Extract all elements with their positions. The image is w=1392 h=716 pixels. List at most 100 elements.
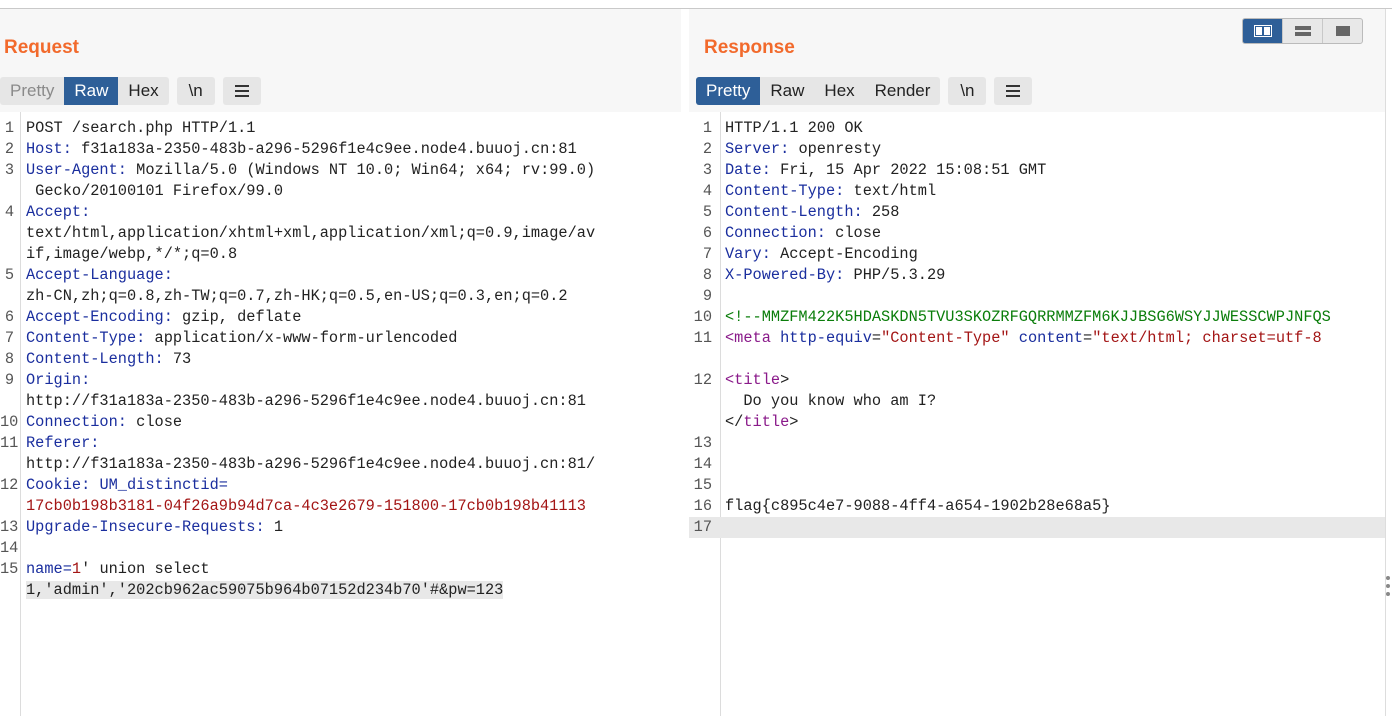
code-line[interactable]: Do you know who am I? <box>689 391 1386 412</box>
newline-toggle-button[interactable]: \n <box>176 77 215 105</box>
line-text: Accept: <box>26 203 90 221</box>
code-line[interactable]: 15 <box>689 475 1386 496</box>
horizontal-split-button[interactable] <box>1283 19 1323 43</box>
code-line[interactable]: 12 <title> <box>689 370 1386 391</box>
line-text: text/html,application/xhtml+xml,applicat… <box>26 224 595 242</box>
token: = <box>62 560 72 578</box>
line-number: 3 <box>702 161 712 179</box>
line-text: Content-Type: application/x-www-form-url… <box>26 329 457 347</box>
line-text: flag{c895c4e7-9088-4ff4-a654-1902b28e68a… <box>725 497 1111 515</box>
code-line[interactable]: 7 Vary: Accept-Encoding <box>689 244 1386 265</box>
token: Accept-Encoding <box>770 245 918 263</box>
code-line[interactable]: http://f31a183a-2350-483b-a296-5296f1e4c… <box>0 454 681 475</box>
response-tabbar: Pretty Raw Hex Render \n <box>696 77 1033 105</box>
code-line[interactable]: 14 <box>0 538 681 559</box>
split-view-icon <box>1253 25 1272 37</box>
token: close <box>825 224 882 242</box>
scrollbar[interactable] <box>1385 9 1392 716</box>
code-line[interactable]: Gecko/20100101 Firefox/99.0 <box>0 181 681 202</box>
token: flag{c895c4e7-9088-4ff4-a654-1902b28e68a… <box>725 497 1111 515</box>
code-line[interactable]: 9 <box>689 286 1386 307</box>
code-line[interactable]: 11 Referer: <box>0 433 681 454</box>
resize-handle-icon[interactable] <box>1386 576 1390 596</box>
request-editor[interactable]: 1 POST /search.php HTTP/1.1 2 Host: f31a183… <box>0 112 681 716</box>
code-line[interactable]: 11 <meta http-equiv="Content-Type" conten… <box>689 328 1386 349</box>
line-number: 5 <box>4 266 14 284</box>
response-view-tabs: Pretty Raw Hex Render <box>696 77 941 105</box>
tab-pretty[interactable]: Pretty <box>696 77 761 105</box>
code-line[interactable]: 2 Host: f31a183a-2350-483b-a296-5296f1e4c… <box>0 139 681 160</box>
code-line[interactable]: 10 <!--MMZFM422K5HDASKDN5TVU3SKOZRFGQRRMM… <box>689 307 1386 328</box>
code-line[interactable]: 1 HTTP/1.1 200 OK <box>689 118 1386 139</box>
token: Accept-Language: <box>26 266 173 284</box>
code-line[interactable]: 1,'admin','202cb962ac59075b964b07152d234… <box>0 580 681 601</box>
hamburger-icon <box>1006 85 1021 97</box>
code-line[interactable]: 5 Content-Length: 258 <box>689 202 1386 223</box>
code-line[interactable]: 3 User-Agent: Mozilla/5.0 (Windows NT 10.… <box>0 160 681 181</box>
code-line[interactable]: 16 flag{c895c4e7-9088-4ff4-a654-1902b28e6… <box>689 496 1386 517</box>
request-code[interactable]: 1 POST /search.php HTTP/1.1 2 Host: f31a183… <box>0 118 681 601</box>
code-line[interactable]: 13 Upgrade-Insecure-Requests: 1 <box>0 517 681 538</box>
request-view-tabs: Pretty Raw Hex <box>0 77 169 105</box>
line-text: zh-CN,zh;q=0.8,zh-TW;q=0.7,zh-HK;q=0.5,e… <box>26 287 568 305</box>
code-line[interactable]: 8 X-Powered-By: PHP/5.3.29 <box>689 265 1386 286</box>
code-line[interactable]: 17cb0b198b3181-04f26a9b94d7ca-4c3e2679-1… <box>0 496 681 517</box>
line-text: Referer: <box>26 434 99 452</box>
line-text: POST /search.php HTTP/1.1 <box>26 119 256 137</box>
code-line[interactable]: 4 Content-Type: text/html <box>689 181 1386 202</box>
menu-button[interactable] <box>222 77 261 105</box>
token: if,image/webp,*/*;q=0.8 <box>26 245 238 263</box>
line-number: 15 <box>0 560 19 578</box>
code-line[interactable]: 9 Origin: <box>0 370 681 391</box>
code-line[interactable]: 5 Accept-Language: <box>0 265 681 286</box>
tab-raw[interactable]: Raw <box>760 77 814 105</box>
token: 1 <box>71 560 82 578</box>
token: <!--MMZFM422K5HDASKDN5TVU3SKOZRFGQRRMMZF… <box>725 308 1331 326</box>
line-number: 14 <box>693 455 712 473</box>
newline-toggle-button[interactable]: \n <box>948 77 987 105</box>
code-line[interactable]: zh-CN,zh;q=0.8,zh-TW;q=0.7,zh-HK;q=0.5,e… <box>0 286 681 307</box>
code-line[interactable]: 1 POST /search.php HTTP/1.1 <box>0 118 681 139</box>
token: User-Agent: <box>26 161 127 179</box>
code-line[interactable]: 13 <box>689 433 1386 454</box>
response-code[interactable]: 1 HTTP/1.1 200 OK 2 Server: openresty 3 Date:… <box>689 118 1386 538</box>
code-line[interactable]: 6 Connection: close <box>689 223 1386 244</box>
code-line[interactable]: if,image/webp,*/*;q=0.8 <box>0 244 681 265</box>
code-line[interactable]: 4 Accept: <box>0 202 681 223</box>
code-line[interactable]: 8 Content-Length: 73 <box>0 349 681 370</box>
split-view-button[interactable] <box>1243 19 1283 43</box>
token: gzip, deflate <box>172 308 302 326</box>
line-text: Vary: Accept-Encoding <box>725 245 918 263</box>
code-line[interactable]: 3 Date: Fri, 15 Apr 2022 15:08:51 GMT <box>689 160 1386 181</box>
tab-hex[interactable]: Hex <box>814 77 864 105</box>
code-line[interactable]: 14 <box>689 454 1386 475</box>
code-line[interactable]: text/html,application/xhtml+xml,applicat… <box>0 223 681 244</box>
response-editor[interactable]: 1 HTTP/1.1 200 OK 2 Server: openresty 3 Date:… <box>689 112 1386 716</box>
code-line[interactable]: 6 Accept-Encoding: gzip, deflate <box>0 307 681 328</box>
code-line[interactable]: </title> <box>689 412 1386 433</box>
line-text: Content-Length: 258 <box>725 203 899 221</box>
line-text: http://f31a183a-2350-483b-a296-5296f1e4c… <box>26 455 595 473</box>
menu-button[interactable] <box>994 77 1033 105</box>
code-line[interactable]: 15 name=1' union select <box>0 559 681 580</box>
line-number: 15 <box>693 476 712 494</box>
line-text: Gecko/20100101 Firefox/99.0 <box>26 182 283 200</box>
code-line[interactable]: 2 Server: openresty <box>689 139 1386 160</box>
hamburger-icon <box>234 85 249 97</box>
tab-hex[interactable]: Hex <box>118 77 168 105</box>
code-line[interactable]: http://f31a183a-2350-483b-a296-5296f1e4c… <box>0 391 681 412</box>
code-line[interactable] <box>689 349 1386 370</box>
tab-render[interactable]: Render <box>865 77 941 105</box>
line-text: X-Powered-By: PHP/5.3.29 <box>725 266 945 284</box>
code-line[interactable]: 12 Cookie: UM_distinctid= <box>0 475 681 496</box>
pane-divider[interactable] <box>681 9 689 716</box>
code-line[interactable]: 10 Connection: close <box>0 412 681 433</box>
code-line[interactable]: 17 <box>689 517 1386 538</box>
single-pane-button[interactable] <box>1323 19 1362 43</box>
token: POST /search.php HTTP/1.1 <box>26 119 256 137</box>
line-number: 6 <box>4 308 14 326</box>
tab-pretty[interactable]: Pretty <box>0 77 64 105</box>
code-line[interactable]: 7 Content-Type: application/x-www-form-ur… <box>0 328 681 349</box>
line-number: 10 <box>0 413 19 431</box>
tab-raw[interactable]: Raw <box>64 77 119 105</box>
